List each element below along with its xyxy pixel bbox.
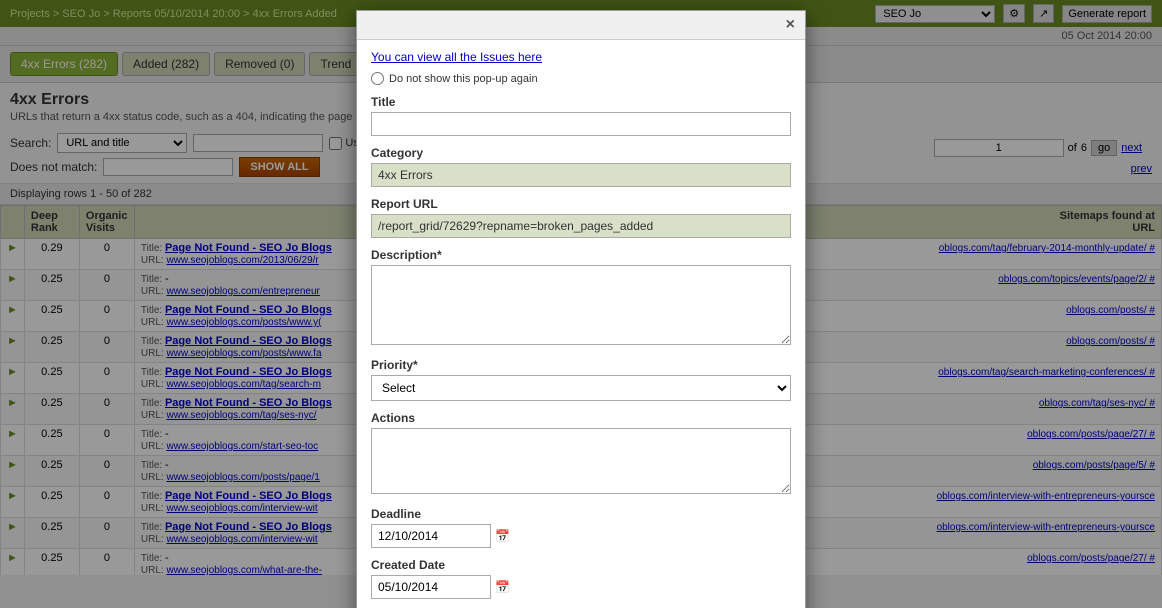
issues-link[interactable]: You can view all the Issues here [371, 50, 791, 64]
field-priority: Priority* Select High Medium Low [371, 358, 791, 401]
description-label: Description* [371, 248, 791, 262]
field-report-url: Report URL /report_grid/72629?repname=br… [371, 197, 791, 238]
field-description: Description* [371, 248, 791, 348]
no-popup-radio[interactable] [371, 72, 384, 85]
field-category: Category 4xx Errors [371, 146, 791, 187]
actions-textarea[interactable] [371, 428, 791, 494]
created-date-label: Created Date [371, 558, 791, 572]
field-title: Title [371, 95, 791, 136]
deadline-input[interactable] [371, 524, 491, 548]
no-popup-label: Do not show this pop-up again [389, 73, 538, 85]
category-value: 4xx Errors [371, 163, 791, 187]
field-deadline: Deadline 📅 [371, 507, 791, 548]
issue-modal: × You can view all the Issues here Do no… [356, 10, 806, 608]
no-popup-row: Do not show this pop-up again [371, 72, 791, 85]
field-created-date: Created Date 📅 [371, 558, 791, 599]
priority-label: Priority* [371, 358, 791, 372]
field-actions: Actions [371, 411, 791, 497]
modal-close-button[interactable]: × [786, 17, 795, 33]
report-url-label: Report URL [371, 197, 791, 211]
actions-label: Actions [371, 411, 791, 425]
report-url-value: /report_grid/72629?repname=broken_pages_… [371, 214, 791, 238]
deadline-calendar-icon[interactable]: 📅 [495, 529, 510, 543]
title-label: Title [371, 95, 791, 109]
modal-body: You can view all the Issues here Do not … [357, 40, 805, 608]
modal-overlay: × You can view all the Issues here Do no… [0, 0, 1162, 608]
created-date-input[interactable] [371, 575, 491, 599]
page-container: Projects > SEO Jo > Reports 05/10/2014 2… [0, 0, 1162, 608]
deadline-label: Deadline [371, 507, 791, 521]
description-textarea[interactable] [371, 265, 791, 345]
priority-select[interactable]: Select High Medium Low [371, 375, 791, 401]
created-date-calendar-icon[interactable]: 📅 [495, 580, 510, 594]
title-input[interactable] [371, 112, 791, 136]
modal-header: × [357, 11, 805, 40]
category-label: Category [371, 146, 791, 160]
